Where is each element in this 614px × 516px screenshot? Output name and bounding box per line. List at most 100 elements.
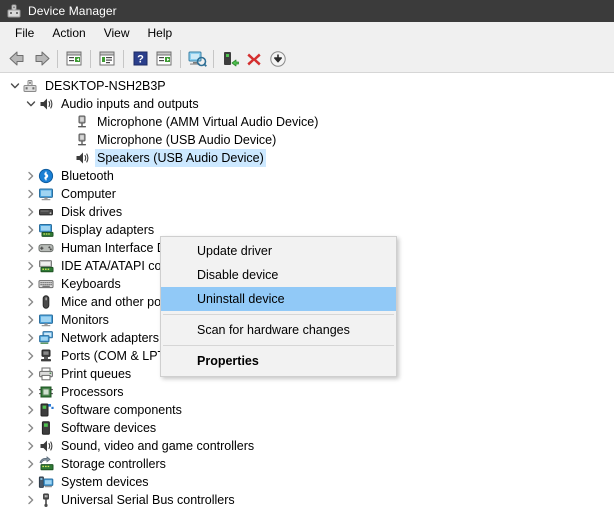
show-hide-action-pane-icon[interactable] <box>152 47 176 70</box>
tree-item-label: DESKTOP-NSH2B3P <box>45 79 166 93</box>
update-driver-icon[interactable] <box>218 47 242 70</box>
computer-root-icon <box>22 78 38 94</box>
chevron-right-icon[interactable] <box>24 455 38 473</box>
uninstall-device-icon[interactable] <box>242 47 266 70</box>
tree-item[interactable]: Microphone (USB Audio Device) <box>0 131 614 149</box>
software-device-icon <box>38 420 54 436</box>
keyboard-icon <box>38 276 54 292</box>
chevron-right-icon[interactable] <box>24 365 38 383</box>
menu-action[interactable]: Action <box>43 24 94 42</box>
chevron-right-icon[interactable] <box>24 419 38 437</box>
menu-bar: File Action View Help <box>0 22 614 45</box>
bluetooth-icon <box>38 168 54 184</box>
chevron-down-icon[interactable] <box>8 77 22 95</box>
system-device-icon <box>38 474 54 490</box>
properties-icon[interactable] <box>95 47 119 70</box>
tree-item-label: Computer <box>61 187 116 201</box>
device-tree[interactable]: DESKTOP-NSH2B3P Audio inputs and outputs M… <box>0 73 614 516</box>
context-menu-item[interactable]: Properties <box>161 349 396 373</box>
disable-device-icon[interactable] <box>266 47 290 70</box>
tree-item-label: Microphone (AMM Virtual Audio Device) <box>97 115 319 129</box>
tree-item-label: Human Interface D <box>61 241 166 255</box>
chevron-right-icon[interactable] <box>24 167 38 185</box>
ide-controller-icon <box>38 258 54 274</box>
context-menu-item[interactable]: Disable device <box>161 263 396 287</box>
tree-item-label: Monitors <box>61 313 109 327</box>
hid-icon <box>38 240 54 256</box>
tree-item-label: Microphone (USB Audio Device) <box>97 133 277 147</box>
speaker-icon <box>38 438 54 454</box>
chevron-right-icon[interactable] <box>24 491 38 509</box>
tree-item[interactable]: Disk drives <box>0 203 614 221</box>
chevron-right-icon[interactable] <box>24 293 38 311</box>
tree-item[interactable]: Computer <box>0 185 614 203</box>
context-menu-item[interactable]: Uninstall device <box>161 287 396 311</box>
toolbar-separator <box>57 49 58 68</box>
tree-item-label: Print queues <box>61 367 132 381</box>
tree-item[interactable]: Microphone (AMM Virtual Audio Device) <box>0 113 614 131</box>
window-title: Device Manager <box>28 4 117 18</box>
chevron-right-icon[interactable] <box>24 437 38 455</box>
chevron-right-icon[interactable] <box>24 383 38 401</box>
printer-icon <box>38 366 54 382</box>
help-icon[interactable]: ? <box>128 47 152 70</box>
chevron-right-icon[interactable] <box>24 401 38 419</box>
tree-item[interactable]: Sound, video and game controllers <box>0 437 614 455</box>
show-hide-console-tree-icon[interactable] <box>62 47 86 70</box>
title-bar: Device Manager <box>0 0 614 22</box>
context-menu-separator <box>163 345 394 346</box>
tree-item[interactable]: Software components <box>0 401 614 419</box>
toolbar-separator <box>180 49 181 68</box>
software-component-icon <box>38 402 54 418</box>
device-manager-icon <box>6 3 22 19</box>
chevron-right-icon[interactable] <box>24 275 38 293</box>
tree-item[interactable]: System devices <box>0 473 614 491</box>
svg-text:?: ? <box>137 54 144 66</box>
context-menu[interactable]: Update driver Disable device Uninstall dev… <box>160 236 397 377</box>
chevron-right-icon[interactable] <box>24 347 38 365</box>
forward-arrow-icon[interactable] <box>29 47 53 70</box>
disk-drive-icon <box>38 204 54 220</box>
tree-item-label: Network adapters <box>61 331 159 345</box>
menu-file[interactable]: File <box>6 24 43 42</box>
chevron-right-icon[interactable] <box>24 257 38 275</box>
mouse-icon <box>38 294 54 310</box>
tree-item[interactable]: DESKTOP-NSH2B3P <box>0 77 614 95</box>
chevron-right-icon[interactable] <box>24 185 38 203</box>
tree-item-label: Sound, video and game controllers <box>61 439 255 453</box>
context-menu-item[interactable]: Scan for hardware changes <box>161 318 396 342</box>
storage-controller-icon <box>38 456 54 472</box>
toolbar-separator <box>90 49 91 68</box>
tree-item[interactable]: Universal Serial Bus controllers <box>0 491 614 509</box>
tree-item[interactable]: Speakers (USB Audio Device) <box>0 149 614 167</box>
tree-item[interactable]: Audio inputs and outputs <box>0 95 614 113</box>
processor-icon <box>38 384 54 400</box>
tree-item-label: Bluetooth <box>61 169 114 183</box>
chevron-right-icon[interactable] <box>24 221 38 239</box>
context-menu-item[interactable]: Update driver <box>161 239 396 263</box>
device-manager-window: Device Manager File Action View Help ? D… <box>0 0 614 516</box>
tree-item[interactable]: Storage controllers <box>0 455 614 473</box>
monitor-icon <box>38 312 54 328</box>
menu-view[interactable]: View <box>95 24 139 42</box>
tree-item[interactable]: Bluetooth <box>0 167 614 185</box>
chevron-right-icon[interactable] <box>24 329 38 347</box>
chevron-down-icon[interactable] <box>24 95 38 113</box>
back-arrow-icon[interactable] <box>5 47 29 70</box>
chevron-right-icon[interactable] <box>24 311 38 329</box>
tree-item-label: Speakers (USB Audio Device) <box>95 149 266 167</box>
microphone-icon <box>74 114 90 130</box>
tree-item[interactable]: Software devices <box>0 419 614 437</box>
chevron-right-icon[interactable] <box>24 203 38 221</box>
scan-for-hardware-changes-icon[interactable] <box>185 47 209 70</box>
tree-item-label: Ports (COM & LPT) <box>61 349 170 363</box>
menu-help[interactable]: Help <box>139 24 182 42</box>
chevron-right-icon[interactable] <box>24 239 38 257</box>
tree-item[interactable]: Processors <box>0 383 614 401</box>
tree-item-label: Software devices <box>61 421 157 435</box>
monitor-icon <box>38 186 54 202</box>
chevron-right-icon[interactable] <box>24 473 38 491</box>
toolbar-separator <box>123 49 124 68</box>
